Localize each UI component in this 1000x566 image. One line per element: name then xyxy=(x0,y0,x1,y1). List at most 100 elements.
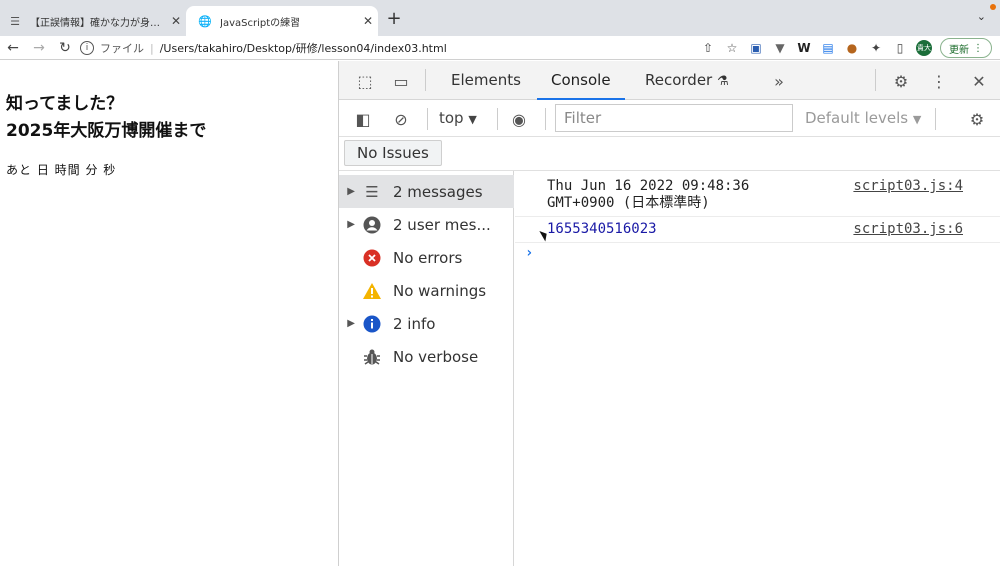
bug-icon xyxy=(361,346,383,368)
avatar[interactable]: 貴大 xyxy=(916,40,932,56)
sidebar-item-warnings[interactable]: No warnings xyxy=(339,274,514,307)
heading-line-2: 2025年大阪万博開催まで xyxy=(6,121,207,141)
cookie-icon[interactable]: ● xyxy=(844,40,860,56)
source-link[interactable]: script03.js:4 xyxy=(853,178,963,195)
page-content: 知ってました？ 2025年大阪万博開催まで あと 日 時間 分 秒 xyxy=(0,61,338,566)
error-icon xyxy=(361,247,383,269)
divider xyxy=(875,69,876,91)
message-text: 1655340516023 xyxy=(547,221,657,237)
more-tabs-icon[interactable]: » xyxy=(767,69,791,93)
clear-console-icon[interactable]: ⊘ xyxy=(389,107,413,131)
sidebar-item-user-messages[interactable]: ▶ 2 user mes... xyxy=(339,208,514,241)
notification-dot xyxy=(990,4,996,10)
info-icon xyxy=(361,313,383,335)
sidebar-item-messages[interactable]: ▶ ☰ 2 messages xyxy=(339,175,514,208)
wappalyzer-icon[interactable]: W xyxy=(796,40,812,56)
browser-tab-2[interactable]: 🌐 JavaScriptの練習 ✕ xyxy=(186,6,378,36)
inspect-element-icon[interactable]: ⬚ xyxy=(353,69,377,93)
console-sidebar: ▶ ☰ 2 messages ▶ 2 user mes... No errors… xyxy=(339,171,514,566)
console-message[interactable]: Thu Jun 16 2022 09:48:36 GMT+0900 (日本標準時… xyxy=(515,171,1000,217)
caret-down-icon: ▼ xyxy=(468,113,477,126)
sidebar-item-label: 2 user mes... xyxy=(393,215,491,234)
console-toolbar: ◧ ⊘ top ▼ ◉ Filter Default levels ▼ ⚙ xyxy=(339,100,1000,137)
tab-recorder[interactable]: Recorder ⚗ xyxy=(631,61,743,100)
new-extension-icon[interactable]: ▤ xyxy=(820,40,836,56)
divider: | xyxy=(150,41,154,55)
tab-recorder-label: Recorder xyxy=(645,71,713,89)
browser-tab-1[interactable]: ☰ 【正誤情報】確かな力が身につく ✕ xyxy=(0,6,186,36)
sidebar-item-label: 2 info xyxy=(393,314,436,333)
caret-down-icon: ▼ xyxy=(912,113,922,126)
devtools-panel: ⬚ ▭ Elements Console Recorder ⚗ » ⚙ ⋮ ✕ … xyxy=(338,61,1000,566)
issues-row: No Issues xyxy=(339,137,1000,171)
expand-arrow-icon[interactable]: ▶ xyxy=(339,318,361,329)
scheme-label: ファイル xyxy=(100,42,144,55)
star-icon[interactable]: ☆ xyxy=(724,40,740,56)
close-icon[interactable]: ✕ xyxy=(166,14,186,28)
chevron-down-icon[interactable]: ⌄ xyxy=(977,10,986,23)
user-icon xyxy=(361,214,383,236)
sidebar-item-label: No errors xyxy=(393,248,463,267)
console-prompt-icon[interactable]: › xyxy=(525,245,533,261)
browser-toolbar: ← → ↻ i ファイル | /Users/takahiro/Desktop/研… xyxy=(0,36,1000,60)
heading-line-1: 知ってました？ xyxy=(6,94,124,114)
eye-icon[interactable]: ◉ xyxy=(507,107,531,131)
tab-elements[interactable]: Elements xyxy=(437,61,535,100)
sidebar-icon[interactable]: ▯ xyxy=(892,40,908,56)
info-icon[interactable]: i xyxy=(80,41,94,55)
message-line-1: Thu Jun 16 2022 09:48:36 xyxy=(547,178,750,194)
divider xyxy=(427,108,428,130)
message-line-2: GMT+0900 (日本標準時) xyxy=(547,195,710,211)
sidebar-item-info[interactable]: ▶ 2 info xyxy=(339,307,514,340)
source-link[interactable]: script03.js:6 xyxy=(853,221,963,238)
vue-devtools-icon[interactable]: ▼ xyxy=(772,40,788,56)
expand-arrow-icon[interactable]: ▶ xyxy=(339,219,361,230)
url-text: /Users/takahiro/Desktop/研修/lesson04/inde… xyxy=(159,42,447,55)
globe-icon: 🌐 xyxy=(198,14,212,28)
expand-arrow-icon[interactable]: ▶ xyxy=(339,186,361,197)
issues-button[interactable]: No Issues xyxy=(344,140,442,166)
close-icon[interactable]: ✕ xyxy=(358,14,378,28)
update-button[interactable]: 更新 ⋮ xyxy=(940,38,992,58)
share-icon[interactable]: ⇧ xyxy=(700,40,716,56)
filter-input[interactable]: Filter xyxy=(555,104,793,132)
sidebar-item-label: 2 messages xyxy=(393,182,483,201)
page-heading: 知ってました？ 2025年大阪万博開催まで xyxy=(6,91,338,145)
address-bar[interactable]: i ファイル | /Users/takahiro/Desktop/研修/less… xyxy=(80,38,730,58)
sidebar-item-label: No verbose xyxy=(393,347,479,366)
browser-tab-strip: ☰ 【正誤情報】確かな力が身につく ✕ 🌐 JavaScriptの練習 ✕ + … xyxy=(0,0,1000,36)
context-label: top xyxy=(439,109,464,127)
more-vert-icon[interactable]: ⋮ xyxy=(927,69,951,93)
log-levels-dropdown[interactable]: Default levels ▼ xyxy=(805,109,921,127)
list-icon: ☰ xyxy=(365,182,379,201)
tab-title: 【正誤情報】確かな力が身につく xyxy=(30,17,166,29)
console-message[interactable]: 1655340516023 script03.js:6 xyxy=(515,217,1000,243)
extension-icon[interactable]: ▣ xyxy=(748,40,764,56)
divider xyxy=(935,108,936,130)
divider xyxy=(497,108,498,130)
context-selector[interactable]: top ▼ xyxy=(439,109,477,127)
levels-label: Default levels xyxy=(805,109,909,127)
flask-icon: ⚗ xyxy=(717,74,729,89)
devtools-tabbar: ⬚ ▭ Elements Console Recorder ⚗ » ⚙ ⋮ ✕ xyxy=(339,61,1000,100)
new-tab-button[interactable]: + xyxy=(384,8,404,29)
puzzle-icon[interactable]: ✦ xyxy=(868,40,884,56)
divider xyxy=(425,69,426,91)
extensions-area: ⇧ ☆ ▣ ▼ W ▤ ● ✦ ▯ 貴大 更新 ⋮ xyxy=(700,38,992,58)
sidebar-item-errors[interactable]: No errors xyxy=(339,241,514,274)
warning-icon xyxy=(361,280,383,302)
device-toolbar-icon[interactable]: ▭ xyxy=(389,69,413,93)
sidebar-toggle-icon[interactable]: ◧ xyxy=(351,107,375,131)
countdown-text: あと 日 時間 分 秒 xyxy=(6,163,117,177)
gear-icon[interactable]: ⚙ xyxy=(965,107,989,131)
tab-console[interactable]: Console xyxy=(537,61,625,100)
gear-icon[interactable]: ⚙ xyxy=(889,69,913,93)
update-label: 更新 xyxy=(949,44,969,56)
sidebar-item-verbose[interactable]: No verbose xyxy=(339,340,514,373)
reload-icon[interactable]: ↻ xyxy=(52,40,78,56)
document-icon: ☰ xyxy=(10,14,20,28)
close-icon[interactable]: ✕ xyxy=(967,69,991,93)
forward-icon[interactable]: → xyxy=(26,40,52,56)
sidebar-item-label: No warnings xyxy=(393,281,487,300)
back-icon[interactable]: ← xyxy=(0,40,26,56)
